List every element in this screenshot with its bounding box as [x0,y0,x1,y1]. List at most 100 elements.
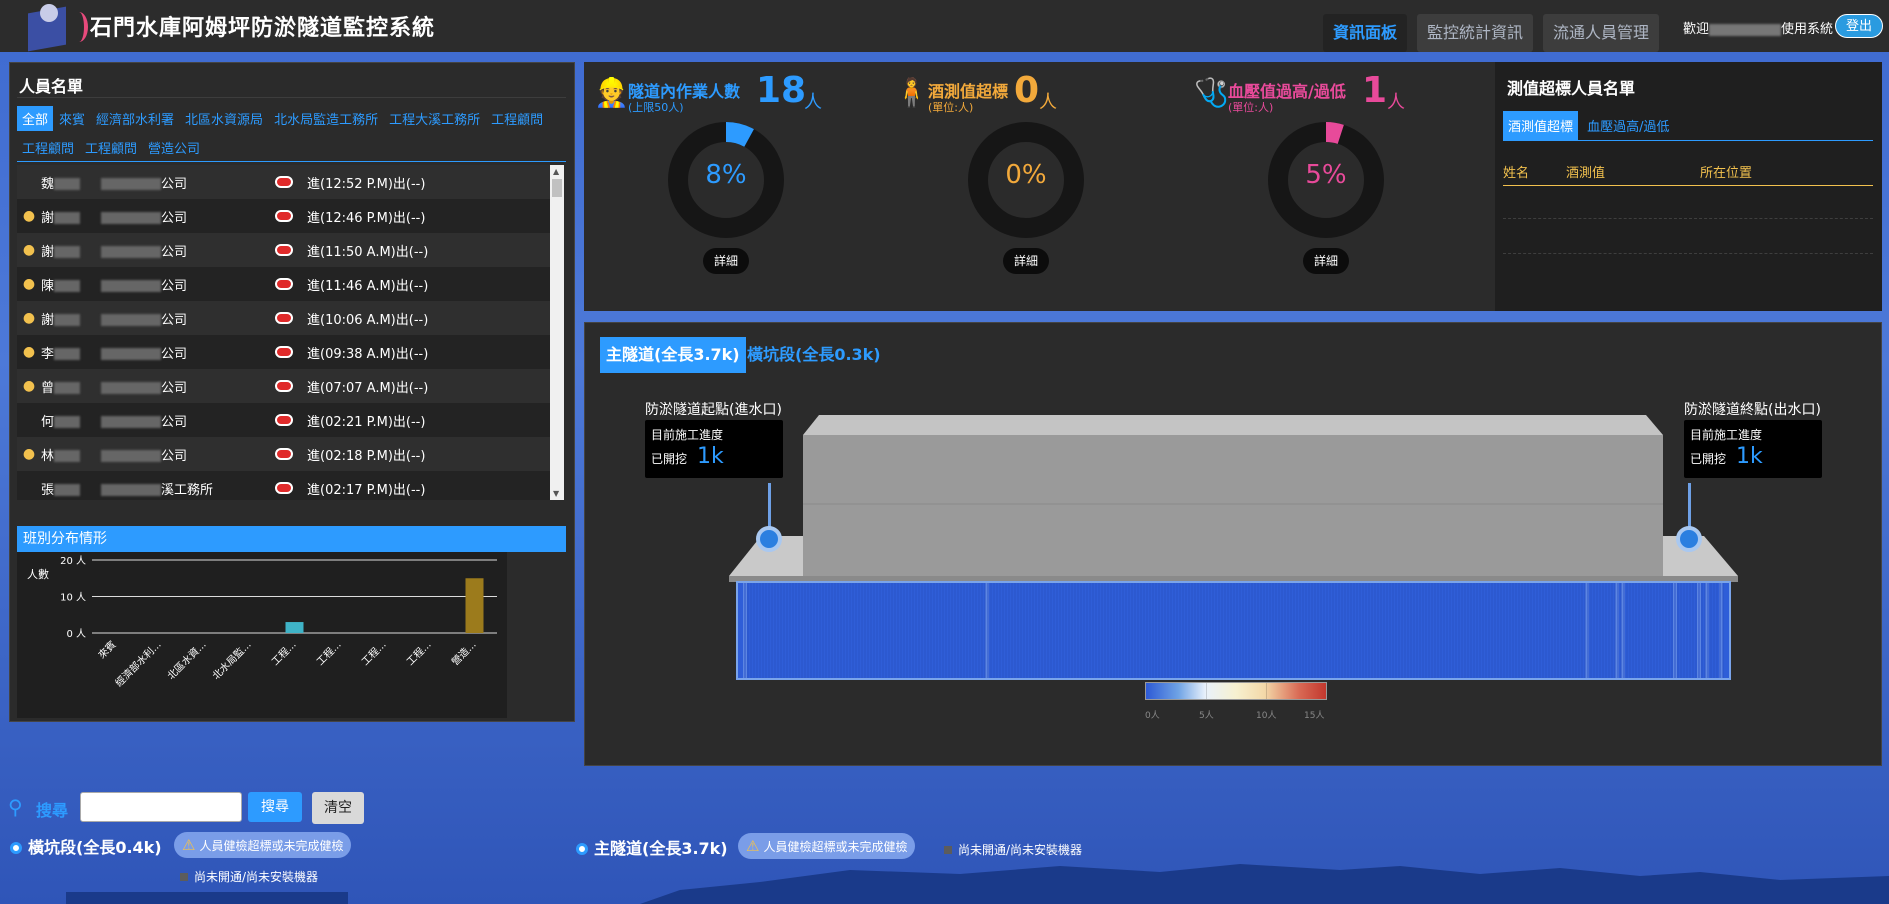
warning-icon: ⚠ [182,836,196,854]
person-company: 公司 [101,445,273,464]
status-dot-icon [275,312,293,324]
person-name: 魏 [41,173,101,192]
tab-alcohol[interactable]: 酒測值超標 [1503,111,1579,140]
col-name: 姓名 [1503,166,1530,181]
col-value: 酒測值 [1566,166,1606,181]
person-row[interactable]: ● 謝公司 進(12:46 P.M)出(--) [17,199,557,233]
status-dot-icon [275,448,293,460]
person-row[interactable]: 魏公司 進(12:52 P.M)出(--) [17,165,557,199]
density-stripe [743,583,747,678]
person-row[interactable]: ● 陳公司 進(11:46 A.M)出(--) [17,267,557,301]
people-tab[interactable]: 工程顧問 [486,106,548,131]
people-tab[interactable]: 全部 [17,106,54,131]
logout-button[interactable]: 登出 [1834,14,1883,38]
people-panel: 人員名單 全部 來賓 經濟部水利署 北區水資源局 北水局監造工務所 工程大溪工務所 工程顧問… [9,62,575,722]
segment-side-tunnel[interactable]: 橫坑段(全長0.4k) [10,834,162,858]
tab-blood-pressure[interactable]: 血壓過高/過低 [1582,111,1674,140]
staff-badge-icon: ● [22,446,36,462]
person-name: 謝 [41,207,101,226]
x-tick-label: 工程... [314,639,343,668]
tunnel-panel: 主隧道(全長3.7k) 橫坑段(全長0.3k) 防淤隧道起點(進水口) 目前施工… [584,322,1882,766]
start-point-label: 防淤隧道起點(進水口) [645,402,782,418]
staff-badge-icon: ● [22,276,36,292]
person-status: 進(10:06 A.M)出(--) [307,312,429,328]
over-limit-header: 姓名 酒測值 所在位置 [1503,162,1873,186]
person-company: 公司 [101,173,273,192]
radio-icon [576,843,588,855]
tab-side-tunnel[interactable]: 橫坑段(全長0.3k) [741,337,887,373]
people-tab[interactable]: 營造公司 [143,135,205,160]
density-stripe [1673,583,1677,678]
segment-main-tunnel[interactable]: 主隧道(全長3.7k) [576,835,728,859]
person-company: 公司 [101,411,273,430]
person-row[interactable]: 何公司 進(02:21 P.M)出(--) [17,403,557,437]
na-square-icon [180,873,188,881]
stat-card: 🩺 血壓值過高/過低 (單位:人) 1 人 5% 詳細 [1184,70,1484,300]
progress-title: 目前施工進度 [1690,428,1763,442]
people-tab[interactable]: 工程顧問 [17,135,79,160]
nav-dashboard[interactable]: 資訊面板 [1322,14,1407,52]
search-button[interactable]: 搜尋 [248,792,302,822]
progress-prefix: 已開挖 [651,452,688,466]
y-axis-label: 人數 [27,568,49,581]
people-tab[interactable]: 北區水資源局 [180,106,268,131]
shift-chart: 人數 0 人 10 人 20 人來賓 經濟部水利... 北區水資... 北水局監... 工程.… [17,552,507,718]
side-na-legend: 尚未開通/尚未安裝機器 [180,868,318,885]
blood-pressure-icon: 🩺 [1194,76,1229,109]
side-warning-pill: ⚠ 人員健檢超標或未完成健檢 [174,832,352,858]
person-row[interactable]: ● 李公司 進(09:38 A.M)出(--) [17,335,557,369]
nav-statistics[interactable]: 監控統計資訊 [1416,14,1533,52]
shift-chart-svg: 人數 0 人 10 人 20 人來賓經濟部水利... 北區水資... 北水局監... 工程.… [27,555,497,689]
people-tab[interactable]: 來賓 [54,106,90,131]
stat-sub: (上限50人) [628,101,684,114]
person-row[interactable]: ● 曾公司 進(07:07 A.M)出(--) [17,369,557,403]
person-row[interactable]: 張溪工務所 進(02:17 P.M)出(--) [17,471,557,500]
warning-text: 人員健檢超標或未完成健檢 [199,839,344,853]
main-nav: 資訊面板 監控統計資訊 流通人員管理 [1322,14,1659,52]
person-company: 公司 [101,343,273,362]
start-pin[interactable] [756,526,782,552]
people-tab[interactable]: 工程大溪工務所 [384,106,485,131]
col-location: 所在位置 [1700,166,1753,181]
person-status: 進(02:21 P.M)出(--) [307,414,426,430]
density-stripe [1705,583,1709,678]
na-text: 尚未開通/尚未安裝機器 [194,870,319,884]
nav-personnel[interactable]: 流通人員管理 [1542,14,1659,52]
person-row[interactable]: ● 謝公司 進(11:50 A.M)出(--) [17,233,557,267]
detail-button[interactable]: 詳細 [1303,248,1349,274]
end-pin[interactable] [1676,526,1702,552]
person-name: 李 [41,343,101,362]
drunk-icon: 🧍 [894,76,929,109]
detail-button[interactable]: 詳細 [1003,248,1049,274]
stat-sub: (單位:人) [928,101,974,114]
search-input[interactable] [80,792,242,822]
people-tab[interactable]: 北水局監造工務所 [269,106,383,131]
status-dot-icon [275,210,293,222]
top-header: 石門水庫阿姆坪防淤隧道監控系統 資訊面板 監控統計資訊 流通人員管理 歡迎 使用系… [0,0,1889,52]
bar [285,622,304,633]
empty-row [1503,218,1873,219]
clear-button[interactable]: 清空 [312,792,364,824]
person-row[interactable]: ● 謝公司 進(10:06 A.M)出(--) [17,301,557,335]
person-name: 謝 [41,241,101,260]
worker-icon: 👷 [594,76,629,109]
tab-main-tunnel[interactable]: 主隧道(全長3.7k) [600,337,746,373]
person-status: 進(12:52 P.M)出(--) [307,176,426,192]
app-title: 石門水庫阿姆坪防淤隧道監控系統 [90,16,436,41]
detail-button[interactable]: 詳細 [703,248,749,274]
main-warning-pill: ⚠ 人員健檢超標或未完成健檢 [738,833,916,859]
density-legend-ticks: 0人 5人 10人 15人 [1145,708,1335,721]
people-tab[interactable]: 經濟部水利署 [91,106,179,131]
progress-prefix: 已開挖 [1690,452,1727,466]
person-company: 公司 [101,309,273,328]
person-status: 進(02:18 P.M)出(--) [307,448,426,464]
people-scrollbar[interactable]: ▲ ▼ [550,165,564,500]
status-dot-icon [275,482,293,494]
person-row[interactable]: ● 林公司 進(02:18 P.M)出(--) [17,437,557,471]
people-tab[interactable]: 工程顧問 [80,135,142,160]
mountain-silhouette [640,864,1889,904]
status-dot-icon [275,278,293,290]
person-status: 進(07:07 A.M)出(--) [307,380,429,396]
tunnel-base-edge [729,576,1738,582]
legend-tick: 5人 [1199,711,1214,721]
